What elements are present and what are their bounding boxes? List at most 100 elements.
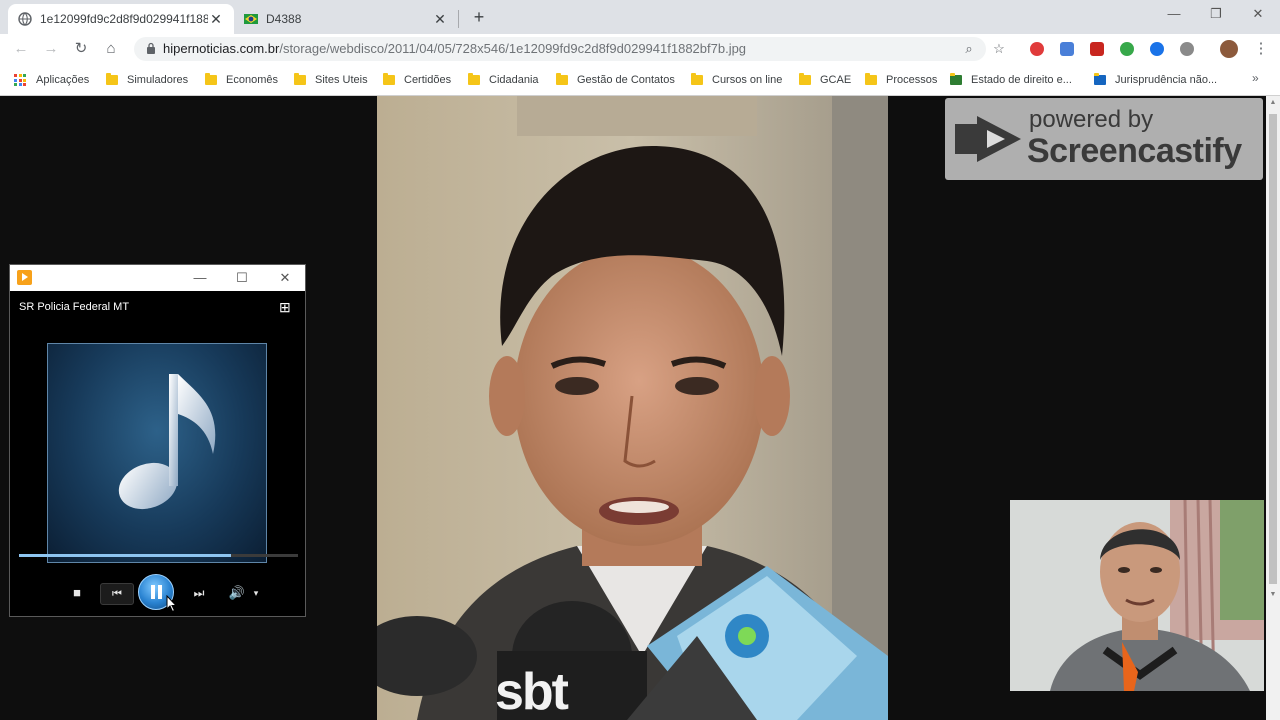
minimize-button[interactable]: — <box>1154 0 1194 28</box>
bookmark-folder[interactable]: Cursos on line <box>691 72 782 88</box>
folder-icon <box>691 73 703 85</box>
bookmark-label: Cursos on line <box>712 74 783 86</box>
restore-button[interactable]: ❐ <box>1196 0 1236 28</box>
next-button[interactable]: ⏭ <box>184 583 214 603</box>
address-bar[interactable]: hipernoticias.com.br/storage/webdisco/20… <box>134 37 986 61</box>
webcam-overlay <box>1010 500 1264 691</box>
bookmark-label: Certidões <box>404 74 452 86</box>
folder-icon <box>865 73 877 85</box>
volume-dropdown-icon[interactable]: ▾ <box>250 583 262 603</box>
folder-icon <box>106 73 118 85</box>
evernote-icon[interactable] <box>1120 42 1134 56</box>
bookmarks-overflow-icon[interactable]: » <box>1252 71 1259 85</box>
screencastify-watermark: powered by Screencastify <box>945 98 1263 180</box>
scroll-down-icon[interactable]: ▼ <box>1266 588 1280 602</box>
globe-icon <box>18 12 32 26</box>
volume-icon[interactable]: 🔊 <box>226 583 248 603</box>
scroll-thumb[interactable] <box>1269 114 1277 584</box>
home-button[interactable]: ⌂ <box>100 38 122 60</box>
seek-progress <box>19 554 232 557</box>
extension-record-icon[interactable] <box>1030 42 1044 56</box>
folder-icon <box>294 73 306 85</box>
music-note-icon <box>118 374 216 510</box>
webcam-feed <box>1010 500 1264 691</box>
bookmark-site[interactable]: Estado de direito e... <box>950 72 1072 88</box>
tab-d4388[interactable]: D4388 ✕ <box>234 4 458 34</box>
player-maximize-button[interactable]: ☐ <box>222 265 262 291</box>
extension-gray-icon[interactable] <box>1180 42 1194 56</box>
bookmarks-bar: Aplicações Simuladores Economês Sites Ut… <box>0 64 1280 96</box>
media-player-icon <box>17 270 32 285</box>
bookmark-folder[interactable]: GCAE <box>799 72 851 88</box>
bookmark-label: Processos <box>886 74 938 86</box>
close-tab-icon[interactable]: ✕ <box>432 11 448 28</box>
bookmark-label: Jurisprudência não... <box>1115 74 1218 86</box>
album-art <box>47 343 267 563</box>
site-icon <box>1094 73 1106 85</box>
bookmark-star-icon[interactable]: ☆ <box>990 40 1008 58</box>
mouse-cursor-icon <box>166 595 178 613</box>
avatar[interactable] <box>1220 40 1238 58</box>
url-path: /storage/webdisco/2011/04/05/728x546/1e1… <box>279 41 747 56</box>
bookmark-label: Simuladores <box>127 74 189 86</box>
close-window-button[interactable]: ✕ <box>1238 0 1278 28</box>
flag-icon <box>244 14 258 24</box>
extension-blue-icon[interactable] <box>1150 42 1164 56</box>
player-titlebar[interactable]: — ☐ ✕ <box>10 265 305 291</box>
scroll-up-icon[interactable]: ▲ <box>1266 96 1280 110</box>
folder-icon <box>205 73 217 85</box>
news-photo: sbt <box>377 96 888 720</box>
bookmark-folder[interactable]: Economês <box>205 72 278 88</box>
tab-strip: 1e12099fd9c2d8f9d029941f1882bf7b.jpg (72… <box>0 0 1280 34</box>
apps-grid-icon <box>14 74 26 86</box>
browser-toolbar: ← → ↻ ⌂ hipernoticias.com.br/storage/web… <box>0 34 1280 64</box>
menu-icon[interactable]: ⋮ <box>1250 38 1272 60</box>
bookmark-folder[interactable]: Cidadania <box>468 72 539 88</box>
url-text[interactable]: hipernoticias.com.br/storage/webdisco/20… <box>163 41 746 56</box>
bookmark-label: Estado de direito e... <box>971 74 1072 86</box>
player-close-button[interactable]: ✕ <box>265 265 305 291</box>
tab-image[interactable]: 1e12099fd9c2d8f9d029941f1882bf7b.jpg (72… <box>8 4 234 34</box>
bookmark-folder[interactable]: Gestão de Contatos <box>556 72 675 88</box>
bookmark-folder[interactable]: Simuladores <box>106 72 188 88</box>
bookmark-label: Aplicações <box>36 74 90 86</box>
folder-icon <box>468 73 480 85</box>
folder-icon <box>383 73 395 85</box>
scrollbar[interactable]: ▲ ▼ <box>1266 96 1280 720</box>
bookmark-apps[interactable]: Aplicações <box>14 72 89 88</box>
folder-icon <box>556 73 568 85</box>
tab-separator <box>458 10 459 28</box>
bookmark-folder[interactable]: Sites Uteis <box>294 72 368 88</box>
bookmark-label: GCAE <box>820 74 852 86</box>
bookmark-label: Cidadania <box>489 74 539 86</box>
tab-title: 1e12099fd9c2d8f9d029941f1882bf7b.jpg (72… <box>40 12 208 26</box>
pdf-icon[interactable] <box>1090 42 1104 56</box>
bookmark-label: Gestão de Contatos <box>577 74 675 86</box>
bookmark-folder[interactable]: Certidões <box>383 72 451 88</box>
bookmark-label: Sites Uteis <box>315 74 368 86</box>
back-button[interactable]: ← <box>10 38 32 60</box>
new-tab-button[interactable]: + <box>468 6 490 28</box>
tab-title: D4388 <box>266 12 302 26</box>
lock-icon[interactable] <box>146 42 156 54</box>
seek-bar[interactable] <box>19 554 298 557</box>
url-domain: hipernoticias.com.br <box>163 41 280 56</box>
close-tab-icon[interactable]: ✕ <box>208 11 224 28</box>
reload-button[interactable]: ↻ <box>70 38 92 60</box>
player-minimize-button[interactable]: — <box>180 265 220 291</box>
now-playing-title: SR Policia Federal MT <box>19 301 130 313</box>
forward-button[interactable]: → <box>40 38 62 60</box>
folder-icon <box>799 73 811 85</box>
media-player-window[interactable]: — ☐ ✕ SR Policia Federal MT ⊞ ■ ⏮ ⏭ 🔊 ▾ <box>9 264 306 617</box>
bookmark-label: Economês <box>226 74 278 86</box>
switch-to-library-icon[interactable]: ⊞ <box>279 299 291 316</box>
previous-button[interactable]: ⏮ <box>100 583 134 605</box>
zoom-icon[interactable]: ⌕ <box>960 40 978 58</box>
stop-button[interactable]: ■ <box>68 583 86 603</box>
bookmark-site[interactable]: Jurisprudência não... <box>1094 72 1217 88</box>
photo-illustration <box>377 96 888 720</box>
watermark-powered-by: powered by <box>1029 106 1154 133</box>
watermark-brand: Screencastify <box>1027 132 1242 170</box>
bookmark-folder[interactable]: Processos <box>865 72 937 88</box>
translate-icon[interactable] <box>1060 42 1074 56</box>
